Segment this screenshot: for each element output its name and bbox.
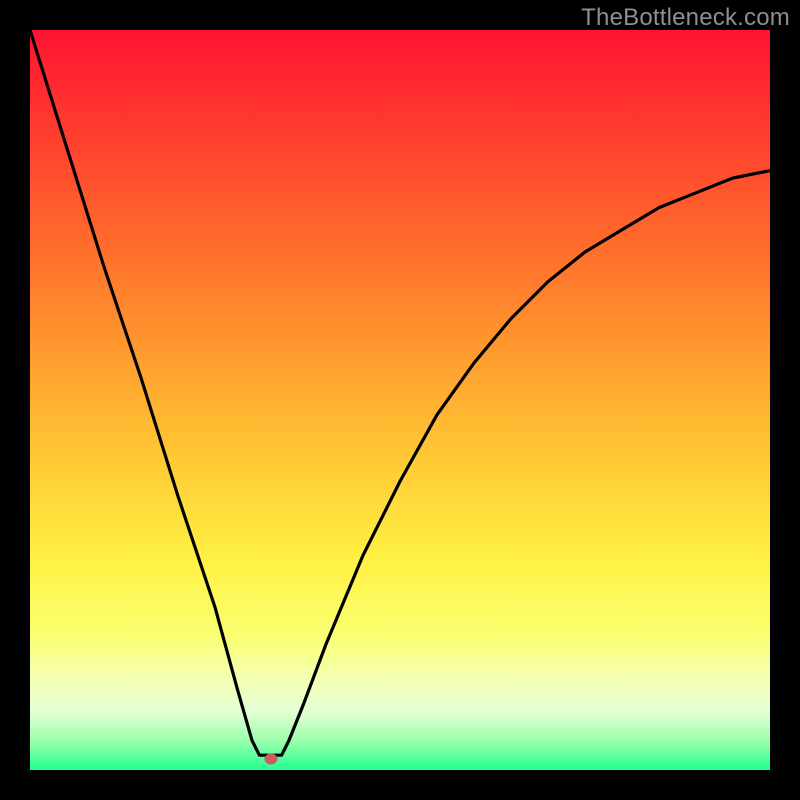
chart-frame: TheBottleneck.com [0,0,800,800]
optimum-marker [264,753,277,764]
watermark-text: TheBottleneck.com [581,4,790,32]
plot-area [30,30,770,770]
curve-path [30,30,770,755]
bottleneck-curve [30,30,770,770]
